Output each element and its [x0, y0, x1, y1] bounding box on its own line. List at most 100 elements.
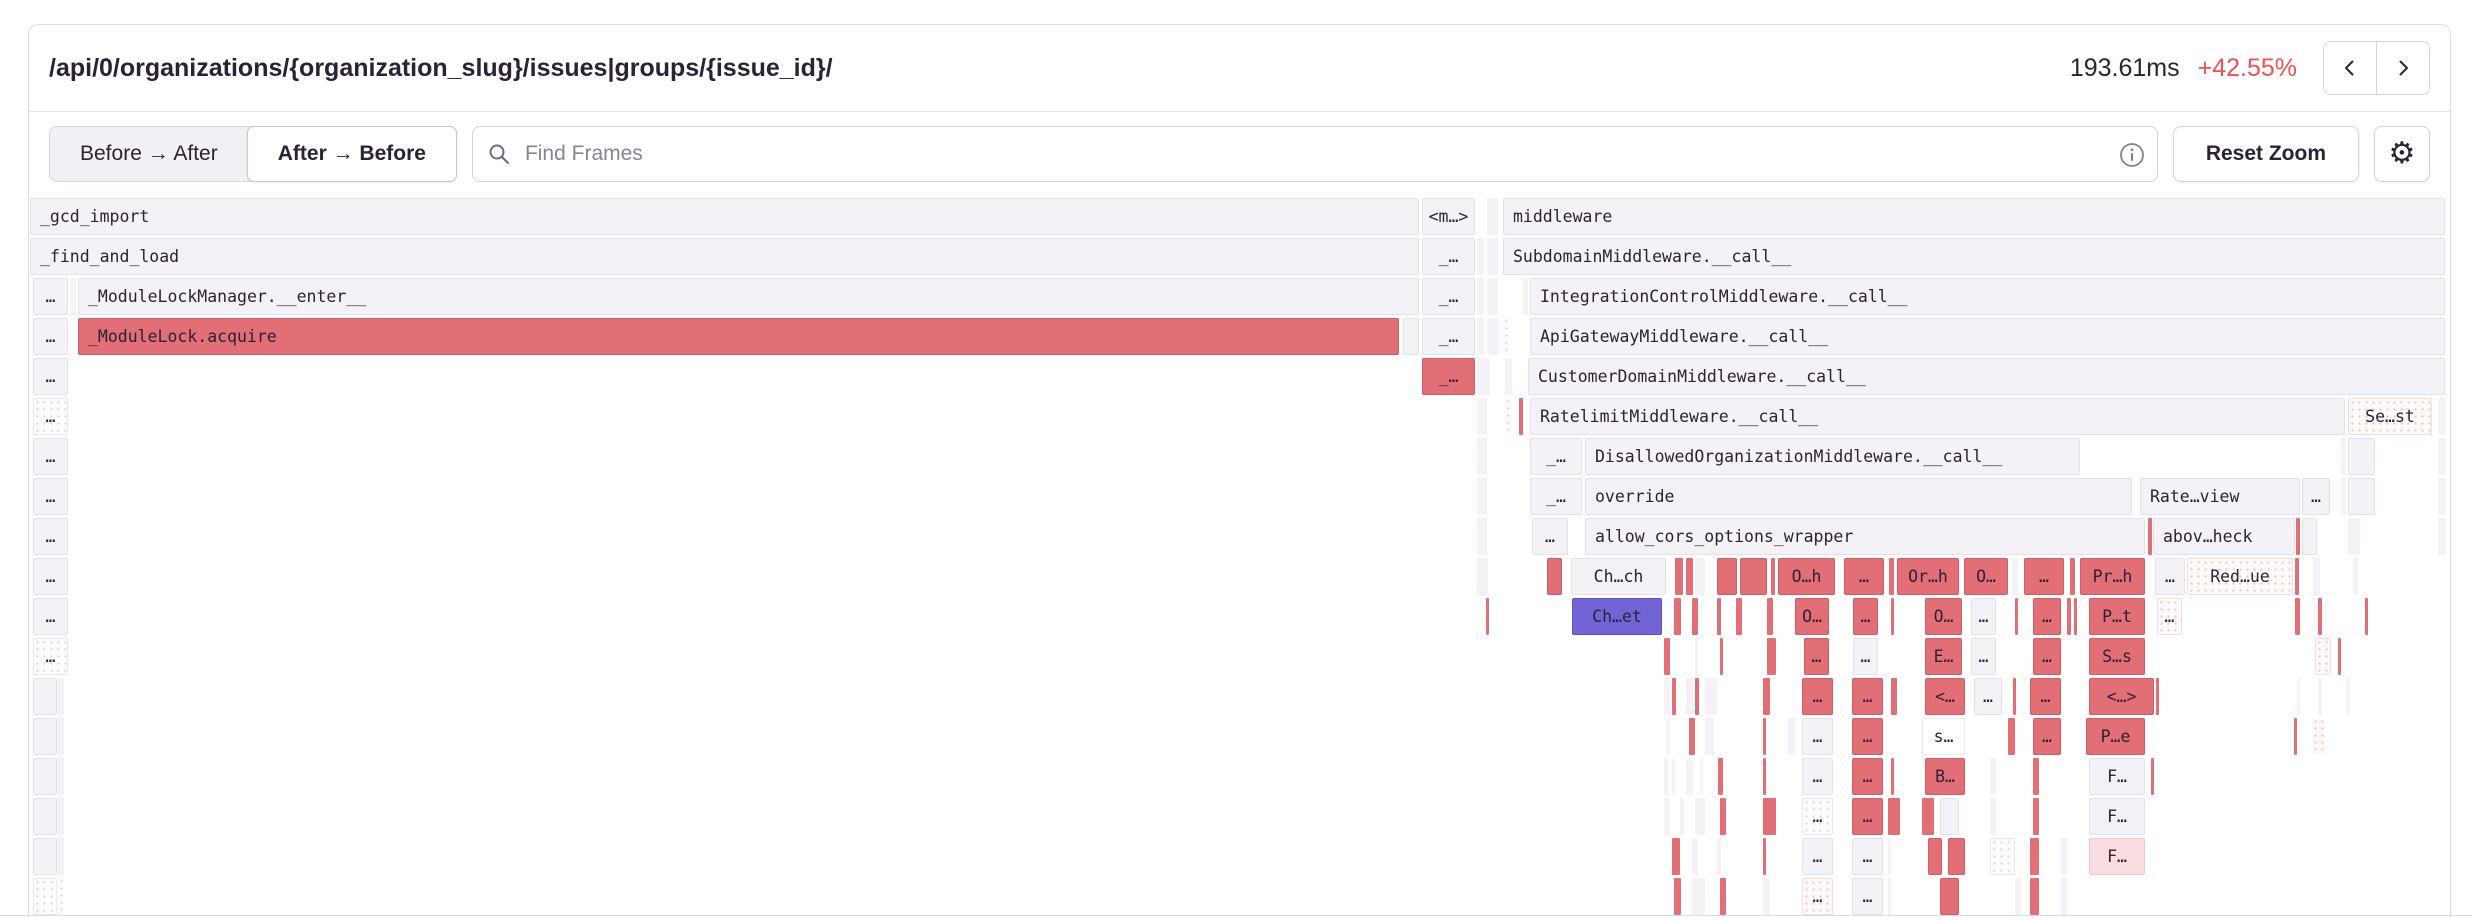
flame-frame-sliver[interactable]	[1717, 558, 1737, 595]
flame-frame-sliver[interactable]	[1686, 758, 1693, 795]
flame-frame[interactable]: …	[1852, 678, 1883, 715]
flame-frame-sliver[interactable]	[2438, 478, 2446, 515]
flame-frame-sliver[interactable]	[1487, 278, 1498, 315]
flame-frame[interactable]: s…	[1922, 718, 1965, 755]
flame-frame-sliver[interactable]	[2067, 598, 2071, 635]
settings-button[interactable]: ⚙	[2374, 126, 2430, 182]
flame-frame[interactable]: _…	[1422, 318, 1475, 355]
flame-frame-sliver[interactable]	[1505, 398, 1512, 435]
flame-frame-sliver[interactable]	[2315, 638, 2331, 675]
flame-frame[interactable]: Or…h	[1897, 558, 1959, 595]
flame-frame[interactable]: …	[2024, 558, 2064, 595]
flame-frame-sliver[interactable]	[2061, 838, 2067, 875]
flame-frame[interactable]: …	[33, 438, 68, 475]
flame-frame[interactable]: …	[1852, 798, 1883, 835]
flame-frame[interactable]: _…	[1530, 438, 1582, 475]
flame-frame-sliver[interactable]	[2438, 518, 2446, 555]
flame-frame-sliver[interactable]	[2365, 598, 2368, 635]
search-input[interactable]	[523, 141, 2105, 167]
flame-frame[interactable]: _find_and_load	[30, 238, 1419, 275]
flame-frame-sliver[interactable]	[1763, 878, 1770, 915]
flame-frame-sliver[interactable]	[1940, 878, 1959, 915]
flame-frame-sliver[interactable]	[2338, 638, 2341, 675]
flame-frame-sliver[interactable]	[1675, 558, 1683, 595]
flame-frame-sliver[interactable]	[1477, 318, 1484, 355]
flame-frame[interactable]: _…	[1422, 358, 1475, 395]
flame-frame-sliver[interactable]	[1763, 838, 1766, 875]
flame-frame-sliver[interactable]	[1763, 758, 1766, 795]
flame-frame[interactable]: …	[1802, 838, 1833, 875]
flame-frame-sliver[interactable]	[1664, 798, 1670, 835]
flame-frame-sliver[interactable]	[2341, 478, 2346, 515]
flame-frame[interactable]: E…	[1925, 638, 1962, 675]
flame-frame[interactable]: _ModuleLock.acquire	[78, 318, 1399, 355]
flame-frame[interactable]: CustomerDomainMiddleware.__call__	[1528, 358, 2445, 395]
flame-frame-sliver[interactable]	[1692, 838, 1698, 875]
flame-frame[interactable]: …	[33, 518, 68, 555]
flame-frame-sliver[interactable]	[1487, 318, 1498, 355]
flame-frame[interactable]: Rate…view	[2140, 478, 2300, 515]
toggle-before-after[interactable]: Before → After	[50, 127, 248, 181]
flame-frame-sliver[interactable]	[1664, 638, 1670, 675]
flame-frame[interactable]: _…	[1422, 278, 1475, 315]
flame-frame[interactable]: …	[33, 358, 68, 395]
flame-frame[interactable]: …	[33, 478, 68, 515]
flame-frame[interactable]: …	[1852, 878, 1883, 915]
flame-frame-sliver[interactable]	[2015, 598, 2018, 635]
flame-frame[interactable]: Ch…ch	[1571, 558, 1666, 595]
flame-frame-sliver[interactable]	[2294, 718, 2297, 755]
flame-frame-sliver[interactable]	[2151, 758, 2154, 795]
flame-frame-sliver[interactable]	[1788, 718, 1795, 755]
flame-frame-sliver[interactable]	[2346, 678, 2349, 715]
flame-frame-sliver[interactable]	[1720, 638, 1723, 675]
flame-frame-sliver[interactable]	[33, 838, 57, 875]
flame-frame[interactable]: override	[1585, 478, 2132, 515]
flame-frame-sliver[interactable]	[1686, 678, 1693, 715]
flame-frame-sliver[interactable]	[1763, 678, 1770, 715]
flame-frame-sliver[interactable]	[1505, 358, 1512, 395]
flame-frame-selected[interactable]: Ch…et	[1572, 598, 1662, 635]
flame-frame-sliver[interactable]	[1503, 318, 1512, 355]
flame-frame[interactable]: <…	[1925, 678, 1965, 715]
flame-frame-sliver[interactable]	[2030, 878, 2039, 915]
flame-frame-sliver[interactable]	[2348, 478, 2375, 515]
flame-frame-sliver[interactable]	[2061, 878, 2067, 915]
flame-frame-sliver[interactable]	[2295, 598, 2300, 635]
flame-frame[interactable]: …	[1852, 718, 1883, 755]
flame-frame[interactable]: …	[1804, 638, 1829, 675]
flame-frame-sliver[interactable]	[1477, 278, 1484, 315]
flame-frame-sliver[interactable]	[1718, 758, 1723, 795]
flame-frame[interactable]: allow_cors_options_wrapper	[1585, 518, 2145, 555]
flame-frame-sliver[interactable]	[1767, 598, 1773, 635]
flame-frame[interactable]: B…	[1925, 758, 1965, 795]
flame-frame-sliver[interactable]	[2312, 718, 2325, 755]
flame-frame-sliver[interactable]	[1736, 598, 1742, 635]
flame-frame-sliver[interactable]	[1672, 838, 1680, 875]
flame-frame[interactable]: …	[33, 598, 68, 635]
flame-frame-sliver[interactable]	[1674, 878, 1681, 915]
next-button[interactable]	[2376, 42, 2429, 94]
flame-frame[interactable]: …	[1853, 638, 1878, 675]
flame-frame-sliver[interactable]	[2313, 558, 2320, 595]
flame-frame-sliver[interactable]	[1487, 238, 1498, 275]
flame-frame-sliver[interactable]	[1487, 198, 1498, 235]
flame-frame-sliver[interactable]	[1717, 598, 1721, 635]
flame-frame-sliver[interactable]	[2074, 598, 2077, 635]
flame-frame-sliver[interactable]	[1692, 878, 1705, 915]
flame-frame-sliver[interactable]	[1477, 518, 1487, 555]
flame-frame[interactable]: middleware	[1503, 198, 2445, 235]
flame-frame-sliver[interactable]	[2318, 598, 2322, 635]
flame-frame-sliver[interactable]	[1680, 798, 1684, 835]
flame-frame-sliver[interactable]	[33, 718, 57, 755]
flame-frame-sliver[interactable]	[1403, 318, 1419, 355]
flame-frame[interactable]: O…	[1795, 598, 1829, 635]
flame-frame-sliver[interactable]	[1672, 678, 1676, 715]
flame-frame[interactable]: IntegrationControlMiddleware.__call__	[1530, 278, 2445, 315]
flame-frame-sliver[interactable]	[2030, 838, 2039, 875]
flame-frame-sliver[interactable]	[1477, 398, 1487, 435]
flame-frame-sliver[interactable]	[2008, 718, 2015, 755]
flame-frame[interactable]: …	[33, 638, 68, 675]
flame-frame-sliver[interactable]	[33, 878, 57, 915]
flame-frame-sliver[interactable]	[1720, 798, 1726, 835]
flame-frame-sliver[interactable]	[1888, 878, 1891, 915]
